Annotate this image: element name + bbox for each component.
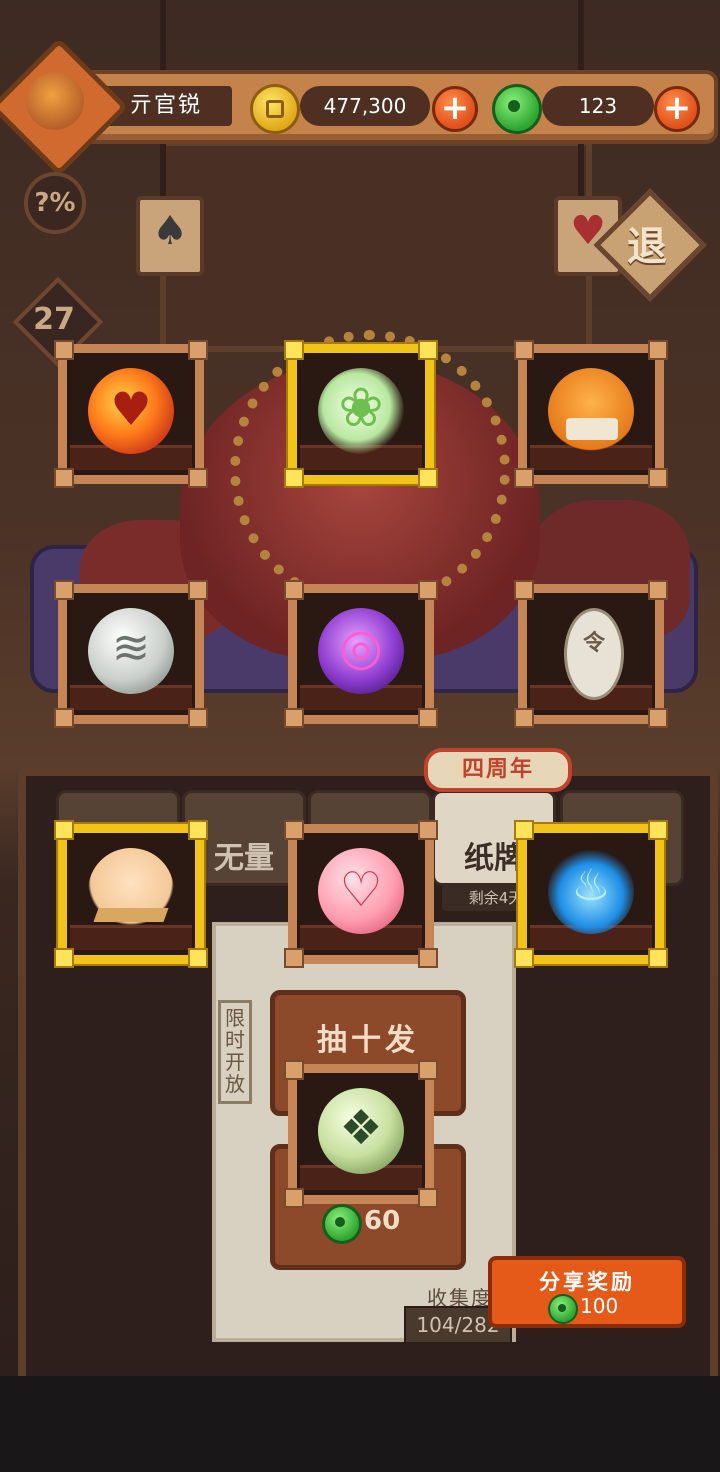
retreat-button[interactable]: 退: [612, 214, 682, 272]
top-resource-bar: 亓官锐 477,300 + 123 +: [60, 70, 718, 144]
jade-coin-icon: [492, 84, 542, 134]
spade-icon: ♠: [152, 208, 188, 254]
jade-coin-icon: [548, 1294, 578, 1324]
add-gold-button[interactable]: +: [432, 86, 478, 132]
reward-card-order-talisman[interactable]: [514, 580, 668, 728]
ten-draw-label: 抽十发: [317, 1023, 419, 1058]
jade-coin-icon: [322, 1204, 362, 1244]
background-shrine-panel: [160, 140, 592, 352]
order-talisman-icon: [564, 608, 624, 700]
share-reward-button[interactable]: 分享奖励 100: [488, 1256, 686, 1328]
odds-button[interactable]: ?%: [24, 172, 86, 234]
single-draw-cost-value: 60: [364, 1206, 401, 1236]
bottom-blank-area: [0, 1376, 720, 1472]
reward-card-blue-flame[interactable]: [514, 820, 668, 968]
share-reward-value: 100: [580, 1294, 619, 1318]
gold-coin-icon: [250, 84, 300, 134]
reward-card-jade-crystal-orb[interactable]: [284, 1060, 438, 1208]
level-number: 27: [33, 302, 75, 337]
whirlwind-orb-icon: [88, 608, 174, 694]
pink-heart-orb-icon: [318, 848, 404, 934]
odds-label: ?%: [34, 188, 76, 218]
reward-card-fire-heart-orb[interactable]: [54, 340, 208, 488]
leaf-spirit-icon: [318, 368, 404, 454]
limited-time-tag: 限时开放: [218, 1000, 252, 1104]
duck-scroll-icon: [548, 368, 634, 454]
spade-card-decoration: ♠: [136, 196, 204, 276]
gold-amount: 477,300: [300, 86, 430, 126]
share-reward-label: 分享奖励: [539, 1270, 635, 1294]
reward-card-duck-scroll[interactable]: [514, 340, 668, 488]
reward-card-paper-boat-child[interactable]: [54, 820, 208, 968]
player-avatar[interactable]: [26, 72, 84, 130]
game-screen: ♠ ♥ 亓官锐 477,300 + 123 + ?% 27 退 无量 纸牌 四周: [0, 0, 720, 1472]
reward-card-whirlwind-orb[interactable]: [54, 580, 208, 728]
jade-crystal-orb-icon: [318, 1088, 404, 1174]
fire-heart-orb-icon: [88, 368, 174, 454]
reward-card-leaf-spirit[interactable]: [284, 340, 438, 488]
reward-card-purple-eye-orb[interactable]: [284, 580, 438, 728]
blue-flame-icon: [548, 848, 634, 934]
paper-boat-child-icon: [88, 848, 174, 934]
purple-eye-orb-icon: [318, 608, 404, 694]
add-jade-button[interactable]: +: [654, 86, 700, 132]
anniversary-badge: 四周年: [424, 748, 572, 792]
reward-card-pink-heart-orb[interactable]: [284, 820, 438, 968]
jade-amount: 123: [542, 86, 654, 126]
